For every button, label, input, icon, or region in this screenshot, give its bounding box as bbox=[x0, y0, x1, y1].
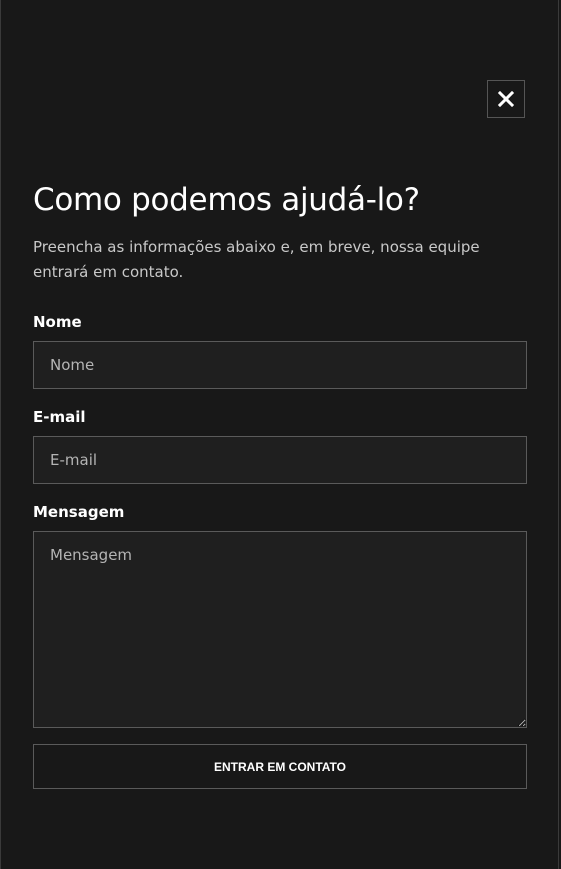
close-icon bbox=[498, 91, 514, 107]
close-button[interactable] bbox=[487, 80, 525, 118]
message-label: Mensagem bbox=[33, 503, 125, 521]
subtitle: Preencha as informações abaixo e, em bre… bbox=[33, 238, 480, 281]
modal-panel bbox=[0, 0, 559, 869]
message-textarea[interactable] bbox=[33, 531, 527, 728]
name-input[interactable] bbox=[33, 341, 527, 389]
submit-button[interactable]: ENTRAR EM CONTATO bbox=[33, 744, 527, 789]
email-label: E-mail bbox=[33, 408, 86, 426]
email-input[interactable] bbox=[33, 436, 527, 484]
page-title: Como podemos ajudá-lo? bbox=[33, 182, 420, 218]
name-label: Nome bbox=[33, 313, 82, 331]
